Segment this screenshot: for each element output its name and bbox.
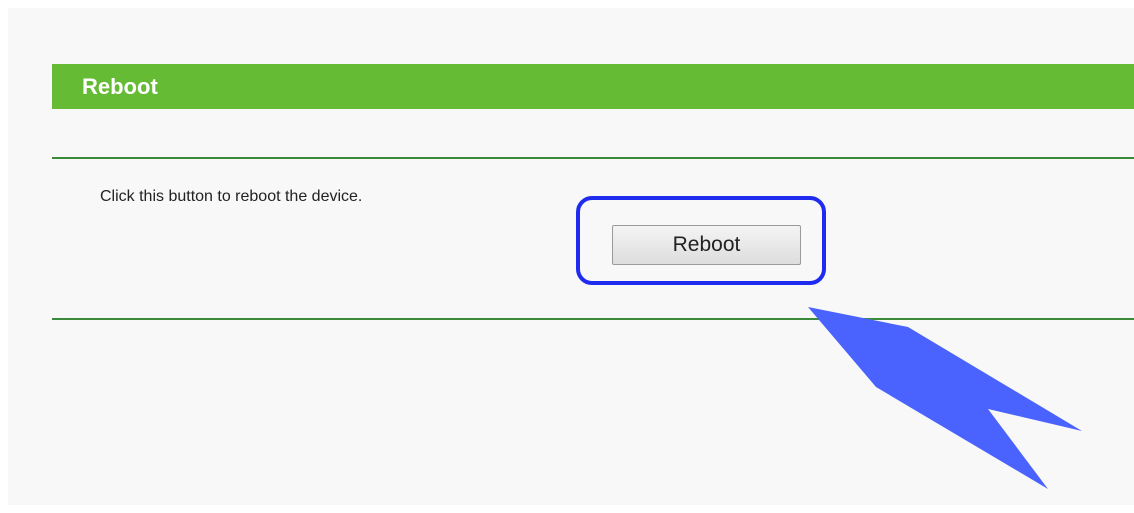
- pointer-arrow-icon: [808, 307, 1082, 489]
- pointer-arrow-shape: [808, 307, 1082, 489]
